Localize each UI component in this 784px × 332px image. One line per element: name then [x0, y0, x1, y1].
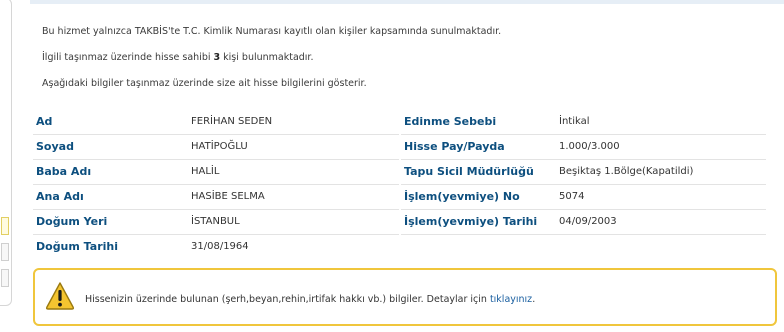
intro-line-service: Bu hizmet yalnızca TAKBİS'te T.C. Kimlik… — [42, 26, 502, 37]
share-info-table: Edinme Sebebi İntikal Hisse Pay/Payda 1.… — [401, 110, 766, 235]
field-value: 5074 — [559, 191, 585, 202]
field-label: Edinme Sebebi — [404, 115, 497, 128]
field-label: Doğum Tarihi — [36, 240, 118, 253]
warning-icon — [45, 282, 75, 310]
field-label: Ad — [36, 115, 53, 128]
intro-line-owners: İlgili taşınmaz üzerinde hisse sahibi 3 … — [42, 52, 314, 63]
details-link[interactable]: tıklayınız — [490, 294, 532, 305]
top-divider — [30, 0, 784, 4]
field-row-ana-adi: Ana Adı HASİBE SELMA — [33, 185, 399, 210]
field-label: İşlem(yevmiye) Tarihi — [404, 215, 538, 228]
intro-line-description: Aşağıdaki bilgiler taşınmaz üzerinde siz… — [42, 78, 367, 89]
field-row-islem-tarihi: İşlem(yevmiye) Tarihi 04/09/2003 — [401, 210, 766, 235]
side-marker — [1, 269, 9, 287]
field-row-hisse-pay-payda: Hisse Pay/Payda 1.000/3.000 — [401, 135, 766, 160]
field-value: 1.000/3.000 — [559, 141, 620, 152]
field-label: İşlem(yevmiye) No — [404, 190, 520, 203]
field-row-baba-adi: Baba Adı HALİL — [33, 160, 399, 185]
field-value: FERİHAN SEDEN — [191, 116, 273, 127]
field-value: İntikal — [559, 116, 590, 127]
field-value: Beşiktaş 1.Bölge(Kapatildi) — [559, 166, 694, 177]
field-value: 04/09/2003 — [559, 216, 617, 227]
field-row-islem-no: İşlem(yevmiye) No 5074 — [401, 185, 766, 210]
field-value: HASİBE SELMA — [191, 191, 265, 202]
field-value: İSTANBUL — [191, 216, 240, 227]
warning-message: Hissenizin üzerinde bulunan (şerh,beyan,… — [85, 294, 536, 305]
field-row-dogum-tarihi: Doğum Tarihi 31/08/1964 — [33, 235, 399, 259]
field-value: HALİL — [191, 166, 220, 177]
side-marker — [1, 217, 9, 235]
side-marker — [1, 243, 9, 261]
field-label: Soyad — [36, 140, 74, 153]
left-side-panel — [0, 0, 12, 306]
field-value: 31/08/1964 — [191, 241, 249, 252]
field-row-soyad: Soyad HATİPOĞLU — [33, 135, 399, 160]
field-row-ad: Ad FERİHAN SEDEN — [33, 110, 399, 135]
personal-info-table: Ad FERİHAN SEDEN Soyad HATİPOĞLU Baba Ad… — [33, 110, 399, 259]
field-label: Hisse Pay/Payda — [404, 140, 505, 153]
field-label: Baba Adı — [36, 165, 92, 178]
field-row-tapu-sicil: Tapu Sicil Müdürlüğü Beşiktaş 1.Bölge(Ka… — [401, 160, 766, 185]
warning-box: Hissenizin üzerinde bulunan (şerh,beyan,… — [33, 268, 777, 326]
field-row-edinme-sebebi: Edinme Sebebi İntikal — [401, 110, 766, 135]
field-label: Ana Adı — [36, 190, 84, 203]
field-label: Doğum Yeri — [36, 215, 108, 228]
field-label: Tapu Sicil Müdürlüğü — [404, 165, 534, 178]
field-row-dogum-yeri: Doğum Yeri İSTANBUL — [33, 210, 399, 235]
field-value: HATİPOĞLU — [191, 141, 248, 152]
